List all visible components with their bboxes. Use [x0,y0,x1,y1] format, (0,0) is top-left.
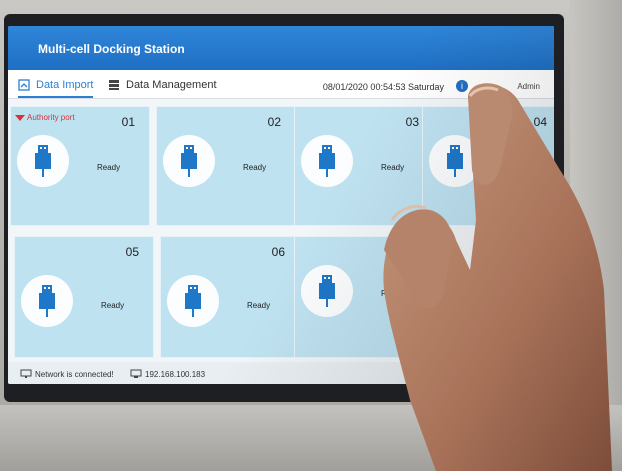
usb-icon [39,285,55,317]
tab-bar: Data Import Data Management 08/01/2020 0… [8,70,554,99]
usb-icon [319,275,335,307]
port-number: 05 [125,245,139,259]
port-status: Ready [101,301,125,310]
usb-circle [163,135,215,187]
upload-icon [18,79,30,91]
port-grid: Authority port 01 Ready 02 Ready 03 Read… [8,100,554,362]
user-label[interactable]: Admin [517,82,540,91]
ip-icon [130,369,142,378]
ip-address-text: 192.168.100.183 [145,369,206,379]
status-bar: Network is connected! 192.168.100.183 [8,362,554,384]
tab-data-import-label: Data Import [36,79,94,91]
port-cell-03[interactable]: 03 Ready [294,106,434,226]
database-icon [108,79,120,91]
port-number: 02 [267,115,281,129]
ip-address: 192.168.100.183 [130,369,205,379]
title-bar: Multi-cell Docking Station [8,26,554,70]
usb-circle [429,135,481,187]
port-cell-05[interactable]: 05 Ready [14,236,154,358]
tab-data-management-label: Data Management [126,79,217,91]
usb-circle [17,135,69,187]
port-status: Ready [381,163,405,172]
usb-circle [301,265,353,317]
port-status: Ready [97,163,121,172]
port-number: 06 [271,245,285,259]
docking-station-device: Multi-cell Docking Station Data Import D… [0,0,622,471]
usb-circle [21,275,73,327]
network-icon [20,369,32,378]
info-icon[interactable]: i [456,80,468,92]
network-status-text: Network is connected! [35,369,114,379]
port-number: 01 [121,115,135,129]
port-status: Ready [243,163,267,172]
port-status: Re [509,163,520,172]
network-status: Network is connected! [20,369,114,379]
usb-icon [181,145,197,177]
port-cell-01[interactable]: Authority port 01 Ready [10,106,150,226]
port-number: 04 [533,115,547,129]
port-status: Ready [247,301,271,310]
authority-port-badge: Authority port [15,113,75,122]
usb-icon [319,145,335,177]
port-cell-07[interactable]: Ready [294,236,434,358]
device-bottom [0,405,622,471]
port-cell-06[interactable]: 06 Ready [160,236,300,358]
app-title: Multi-cell Docking Station [38,42,185,56]
tab-data-import[interactable]: Data Import [18,74,94,98]
tab-data-management[interactable]: Data Management [108,74,217,96]
port-cell-04[interactable]: 04 Re [422,106,554,226]
usb-icon [35,145,51,177]
authority-port-label: Authority port [27,113,75,122]
usb-circle [301,135,353,187]
usb-circle [167,275,219,327]
datetime-display: 08/01/2020 00:54:53 Saturday [322,82,444,92]
port-number: 03 [405,115,419,129]
port-cell-02[interactable]: 02 Ready [156,106,296,226]
port-status: Ready [381,289,405,298]
usb-icon [185,285,201,317]
touch-screen: Multi-cell Docking Station Data Import D… [8,26,554,384]
usb-icon [447,145,463,177]
device-edge [570,0,622,471]
